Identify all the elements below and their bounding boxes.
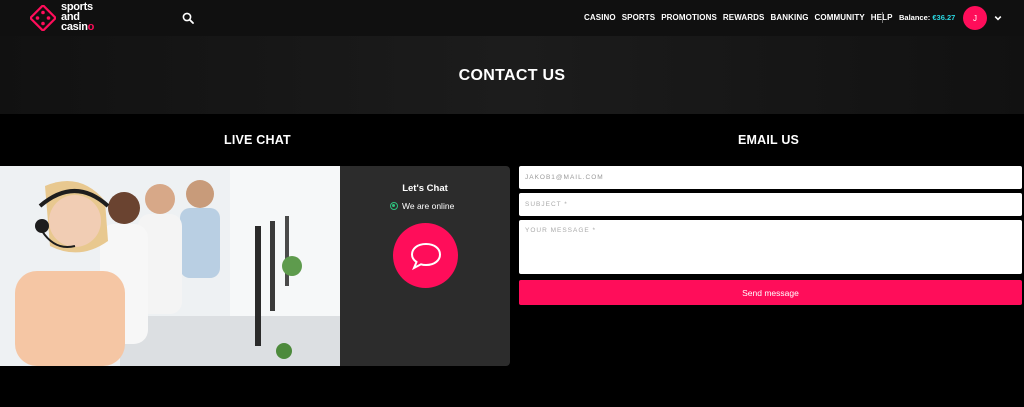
nav-sports[interactable]: SPORTS <box>622 13 656 22</box>
logo-text: sports and casino <box>61 2 95 33</box>
message-field[interactable] <box>519 220 1022 274</box>
nav-casino[interactable]: CASINO <box>584 13 616 22</box>
support-team-illustration <box>0 166 340 366</box>
search-icon[interactable] <box>182 12 194 24</box>
hero-banner: CONTACT US <box>0 36 1024 114</box>
chat-panel: Let's Chat We are online <box>340 166 510 366</box>
live-chat-title: LIVE CHAT <box>224 133 291 147</box>
email-us-title: EMAIL US <box>738 133 800 147</box>
avatar[interactable]: J <box>963 6 987 30</box>
online-status: We are online <box>390 201 454 211</box>
online-status-text: We are online <box>402 201 455 211</box>
chat-bubble-icon <box>410 242 441 270</box>
subject-field[interactable] <box>519 193 1022 216</box>
nav-community[interactable]: COMMUNITY <box>815 13 865 22</box>
start-chat-button[interactable] <box>393 223 458 288</box>
logo[interactable]: sports and casino <box>28 2 118 36</box>
send-message-button[interactable]: Send message <box>519 280 1022 305</box>
balance-label: Balance: <box>899 13 931 22</box>
top-navbar: sports and casino CASINO SPORTS PROMOTIO… <box>0 0 1024 36</box>
nav-banking[interactable]: BANKING <box>770 13 808 22</box>
nav-promotions[interactable]: PROMOTIONS <box>661 13 717 22</box>
support-team-image <box>0 166 340 366</box>
logo-diamond-icon <box>30 5 56 31</box>
page-title: CONTACT US <box>458 67 566 84</box>
online-status-icon <box>390 202 398 210</box>
logo-accent-letter: o <box>87 21 95 33</box>
chevron-down-icon[interactable] <box>994 14 1002 22</box>
nav-divider <box>882 12 883 23</box>
balance: Balance: €36.27 <box>899 13 955 22</box>
chat-title: Let's Chat <box>402 183 448 194</box>
logo-line-3: casino <box>61 21 95 33</box>
nav-rewards[interactable]: REWARDS <box>723 13 765 22</box>
main-nav: CASINO SPORTS PROMOTIONS REWARDS BANKING… <box>584 13 899 22</box>
email-field[interactable] <box>519 166 1022 189</box>
balance-value: €36.27 <box>932 13 956 22</box>
